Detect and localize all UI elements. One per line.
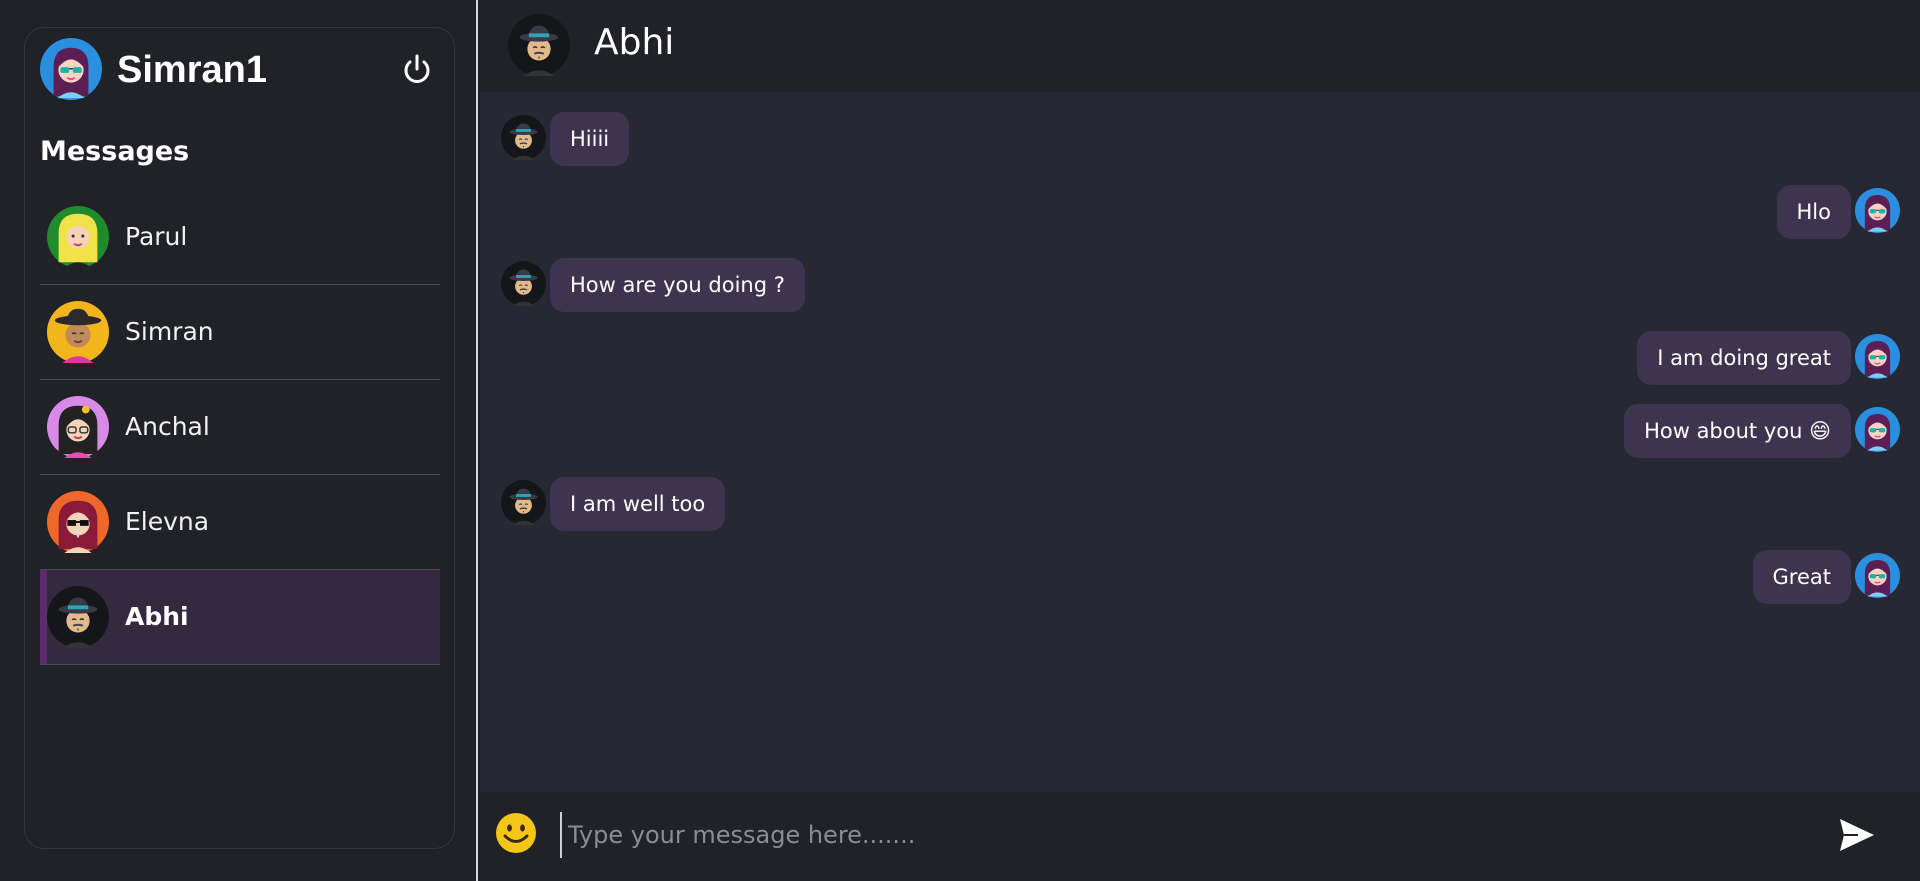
woman-sunglasses-avatar [40,38,102,100]
message-bubble: Hlo [1776,185,1851,239]
woman-sunglasses-avatar [1855,334,1900,379]
message-row-incoming: Hiiii [480,112,1920,166]
contact-item-simran[interactable]: Simran [40,285,440,380]
message-bubble: I am doing great [1637,331,1851,385]
current-user-header: Simran1 [40,38,440,102]
hat-woman-avatar [47,301,109,363]
current-user-name: Simran1 [117,49,267,91]
woman-sunglasses-avatar [1855,188,1900,233]
fedora-man-avatar [501,480,546,525]
message-bubble: How are you doing ? [550,258,805,312]
woman-sunglasses-avatar [1855,407,1900,452]
contact-item-abhi[interactable]: Abhi [40,570,440,665]
fedora-man-avatar [47,586,109,648]
contact-name: Abhi [125,602,189,631]
send-icon[interactable] [1838,817,1876,853]
contact-item-anchal[interactable]: Anchal [40,380,440,475]
message-input[interactable] [560,812,1790,858]
message-bubble: How about you 😄 [1624,404,1851,458]
power-icon[interactable] [400,53,434,87]
messages-heading: Messages [40,136,190,167]
message-composer [480,792,1920,881]
contact-name: Anchal [125,412,210,441]
chat-header: Abhi [480,0,1920,92]
chat-app: Simran1 Messages Parul Simran Anchal Ele… [0,0,1920,881]
sidebar-card: Simran1 Messages Parul Simran Anchal Ele… [24,27,455,849]
message-row-outgoing: How about you 😄 [480,404,1920,458]
contact-name: Parul [125,222,188,251]
contact-item-elevna[interactable]: Elevna [40,475,440,570]
message-row-outgoing: I am doing great [480,331,1920,385]
contact-name: Elevna [125,507,210,536]
sidebar: Simran1 Messages Parul Simran Anchal Ele… [0,0,478,881]
fedora-man-avatar [501,261,546,306]
contact-item-parul[interactable]: Parul [40,190,440,285]
blonde-woman-avatar [47,206,109,268]
message-list: Hiiii Hlo How are you doing ? I am doing… [480,92,1920,792]
fedora-man-avatar [501,115,546,160]
woman-sunglasses-avatar [1855,553,1900,598]
red-hair-sunglasses-avatar [47,491,109,553]
contact-list: Parul Simran Anchal Elevna Abhi [40,190,440,665]
chat-panel: Abhi Hiiii Hlo How are you doing ? I am … [480,0,1920,881]
glasses-flower-avatar [47,396,109,458]
message-row-outgoing: Great [480,550,1920,604]
message-row-outgoing: Hlo [480,185,1920,239]
message-row-incoming: How are you doing ? [480,258,1920,312]
message-bubble: I am well too [550,477,726,531]
message-row-incoming: I am well too [480,477,1920,531]
fedora-man-avatar [508,14,570,76]
contact-name: Simran [125,317,214,346]
message-bubble: Hiiii [550,112,630,166]
smiley-icon[interactable] [494,811,538,855]
chat-contact-name: Abhi [594,22,675,63]
message-bubble: Great [1752,550,1851,604]
